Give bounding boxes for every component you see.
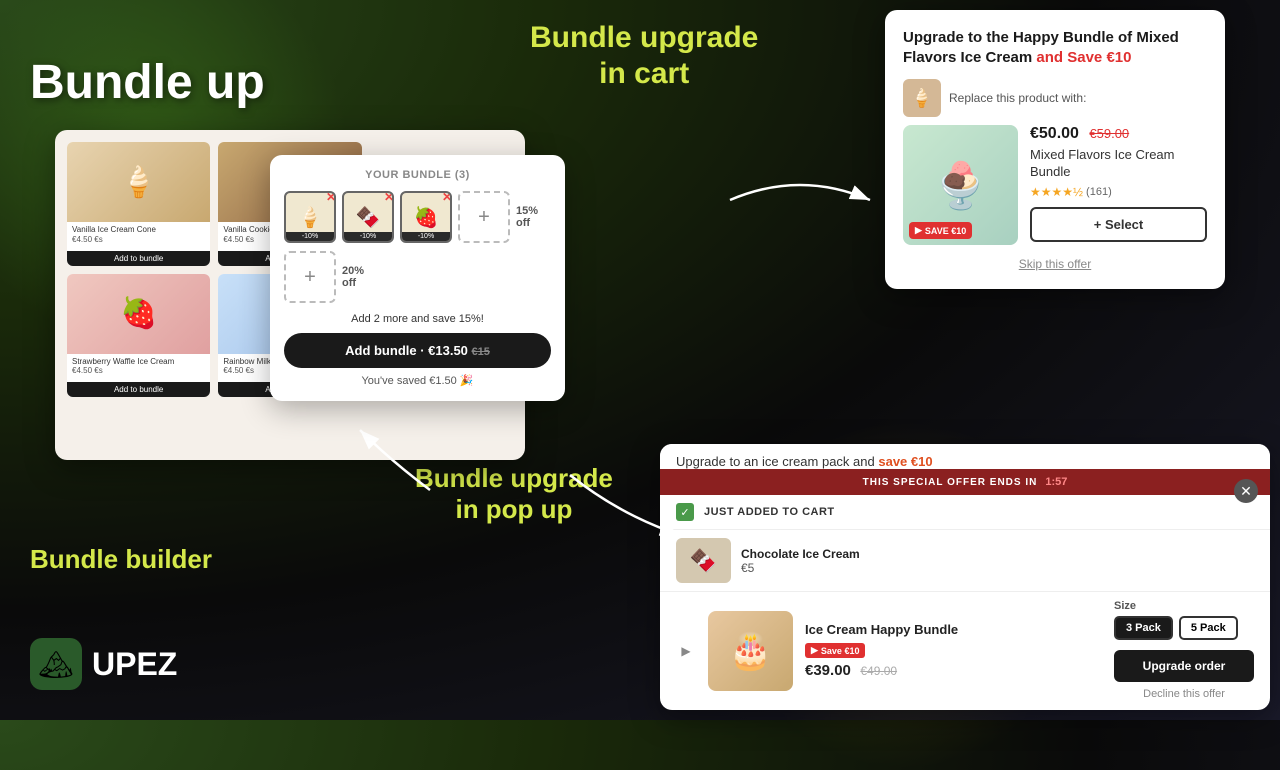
product-image: 🍦	[67, 142, 210, 222]
size-options: 3 Pack 5 Pack	[1114, 616, 1254, 640]
save-badge-text: SAVE €10	[925, 226, 966, 236]
product-price: €4.50 €s	[72, 235, 205, 244]
upgrade-order-button[interactable]: Upgrade order	[1114, 650, 1254, 682]
bundle-panel: YOUR BUNDLE (3) ✕ 🍦 -10% ✕ 🍫 -10% ✕ 🍓 -1…	[270, 155, 565, 401]
upgrade-price-old: €59.00	[1089, 126, 1129, 141]
remove-icon: ✕	[442, 191, 452, 203]
popup-price-new: €39.00	[805, 662, 851, 679]
upgrade-price-row: €50.00 €59.00	[1030, 125, 1207, 143]
popup-header-label: THIS SPECIAL OFFER ENDS IN	[863, 477, 1038, 488]
popup-upgrade-actions: Size 3 Pack 5 Pack Upgrade order Decline…	[1114, 600, 1254, 702]
bundle-item-2[interactable]: ✕ 🍫 -10%	[342, 191, 394, 243]
product-name: Strawberry Waffle Ice Cream	[72, 357, 205, 367]
replace-label: 🍦 Replace this product with:	[903, 79, 1207, 117]
list-item: 🍓 Strawberry Waffle Ice Cream €4.50 €s A…	[67, 274, 210, 398]
popup-save-badge: ▶ Save €10	[805, 643, 865, 658]
bundle-panel-title: YOUR BUNDLE (3)	[284, 169, 551, 181]
upez-icon: 🏔	[30, 638, 82, 690]
popup-upgrade-title-text: Upgrade to an ice cream pack and	[676, 454, 875, 469]
remove-icon: ✕	[326, 191, 336, 203]
cart-item-name: Chocolate Ice Cream	[741, 547, 860, 561]
cart-item-info: Chocolate Ice Cream €5	[741, 547, 860, 575]
size-3pack-option[interactable]: 3 Pack	[1114, 616, 1173, 640]
popup-upgrade-title-bar: Upgrade to an ice cream pack and save €1…	[660, 444, 1270, 469]
bundle-pct-off: 15%off	[516, 205, 538, 229]
stars-icon: ★★★★½	[1030, 185, 1083, 199]
list-item: 🍦 Vanilla Ice Cream Cone €4.50 €s Add to…	[67, 142, 210, 266]
upez-icon-emoji: 🏔	[38, 648, 74, 681]
cart-upgrade-save-text: and Save €10	[1036, 49, 1131, 66]
upgrade-product-info: €50.00 €59.00 Mixed Flavors Ice Cream Bu…	[1030, 125, 1207, 242]
skip-offer-link[interactable]: Skip this offer	[903, 257, 1207, 271]
size-5pack-option[interactable]: 5 Pack	[1179, 616, 1238, 640]
size-label: Size	[1114, 600, 1254, 612]
replace-label-text: Replace this product with:	[949, 91, 1086, 105]
bundle-items-row: ✕ 🍦 -10% ✕ 🍫 -10% ✕ 🍓 -10% + 15%off	[284, 191, 551, 243]
cart-upgrade-card: Upgrade to the Happy Bundle of Mixed Fla…	[885, 10, 1225, 289]
discount-tag: -10%	[286, 232, 334, 241]
popup-header: THIS SPECIAL OFFER ENDS IN 1:57	[660, 469, 1270, 495]
bundle-pct-off-2: 20%off	[342, 265, 364, 289]
popup-upgrade-info: Ice Cream Happy Bundle ▶ Save €10 €39.00…	[805, 622, 1102, 680]
popup-save-badge-text: Save €10	[821, 646, 860, 656]
popup-cart-item: 🍫 Chocolate Ice Cream €5	[660, 530, 1270, 592]
play-icon: ▶	[676, 641, 696, 661]
popup-price-old: €49.00	[860, 664, 897, 678]
popup-save-badge-icon: ▶	[811, 645, 818, 656]
add-bundle-item-button-2[interactable]: +	[284, 251, 336, 303]
popup-save-text: save €10	[878, 454, 932, 469]
cart-item-thumbnail: 🍫	[676, 538, 731, 583]
stars-row: ★★★★½ (161)	[1030, 185, 1207, 199]
upgrade-product-row: 🍨 ▶ SAVE €10 €50.00 €59.00 Mixed Flavors…	[903, 125, 1207, 245]
bundle-upgrade-cart-label: Bundle upgradein cart	[530, 20, 758, 92]
bundle-old-price: €15	[472, 346, 490, 358]
bundle-item-1[interactable]: ✕ 🍦 -10%	[284, 191, 336, 243]
bundle-add-label: Add bundle · €13.50	[345, 343, 471, 358]
save-badge: ▶ SAVE €10	[909, 222, 972, 239]
replace-thumb: 🍦	[903, 79, 941, 117]
discount-tag: -10%	[402, 232, 450, 241]
check-icon: ✓	[676, 503, 694, 521]
upgrade-item-thumbnail: 🎂	[708, 611, 793, 691]
popup-close-button[interactable]: ✕	[1234, 479, 1258, 503]
bundle-save-text: Add 2 more and save 15%!	[284, 313, 551, 325]
popup-timer: 1:57	[1045, 476, 1067, 488]
add-to-bundle-button[interactable]: Add to bundle	[67, 382, 210, 397]
bundle-item-3[interactable]: ✕ 🍓 -10%	[400, 191, 452, 243]
page-title: Bundle up	[30, 55, 265, 110]
cart-item-price: €5	[741, 561, 860, 575]
add-bundle-main-button[interactable]: Add bundle · €13.50 €15	[284, 333, 551, 368]
cart-upgrade-title: Upgrade to the Happy Bundle of Mixed Fla…	[903, 28, 1207, 67]
arrow-to-cart-upgrade	[720, 160, 880, 240]
select-button[interactable]: + Select	[1030, 207, 1207, 242]
just-added-label: JUST ADDED TO CART	[704, 506, 835, 518]
popup-upgrade-card: Upgrade to an ice cream pack and save €1…	[660, 444, 1270, 710]
upgrade-product-image: 🍨 ▶ SAVE €10	[903, 125, 1018, 245]
upgrade-product-name: Mixed Flavors Ice Cream Bundle	[1030, 147, 1207, 181]
add-to-bundle-button[interactable]: Add to bundle	[67, 251, 210, 266]
remove-icon: ✕	[384, 191, 394, 203]
upgrade-price-new: €50.00	[1030, 125, 1079, 142]
product-image: 🍓	[67, 274, 210, 354]
popup-price-row: €39.00 €49.00	[805, 662, 1102, 680]
discount-tag: -10%	[344, 232, 392, 241]
product-name: Vanilla Ice Cream Cone	[72, 225, 205, 235]
bundle-row-2: + 20%off	[284, 251, 551, 303]
popup-upgrade-item: ▶ 🎂 Ice Cream Happy Bundle ▶ Save €10 €3…	[660, 592, 1270, 710]
bundle-saved-text: You've saved €1.50 🎉	[284, 374, 551, 387]
bundle-builder-label: Bundle builder	[30, 544, 212, 575]
upez-logo: 🏔 UPEZ	[30, 638, 177, 690]
add-bundle-item-button[interactable]: +	[458, 191, 510, 243]
bundle-upgrade-popup-label: Bundle upgradein pop up	[415, 463, 613, 525]
decline-offer-link[interactable]: Decline this offer	[1114, 686, 1254, 702]
product-price: €4.50 €s	[72, 366, 205, 375]
save-badge-icon: ▶	[915, 225, 922, 236]
popup-upgrade-name: Ice Cream Happy Bundle	[805, 622, 1102, 637]
review-count: (161)	[1086, 186, 1112, 198]
popup-just-added: ✓ JUST ADDED TO CART	[660, 495, 1270, 530]
upez-label: UPEZ	[92, 646, 177, 683]
